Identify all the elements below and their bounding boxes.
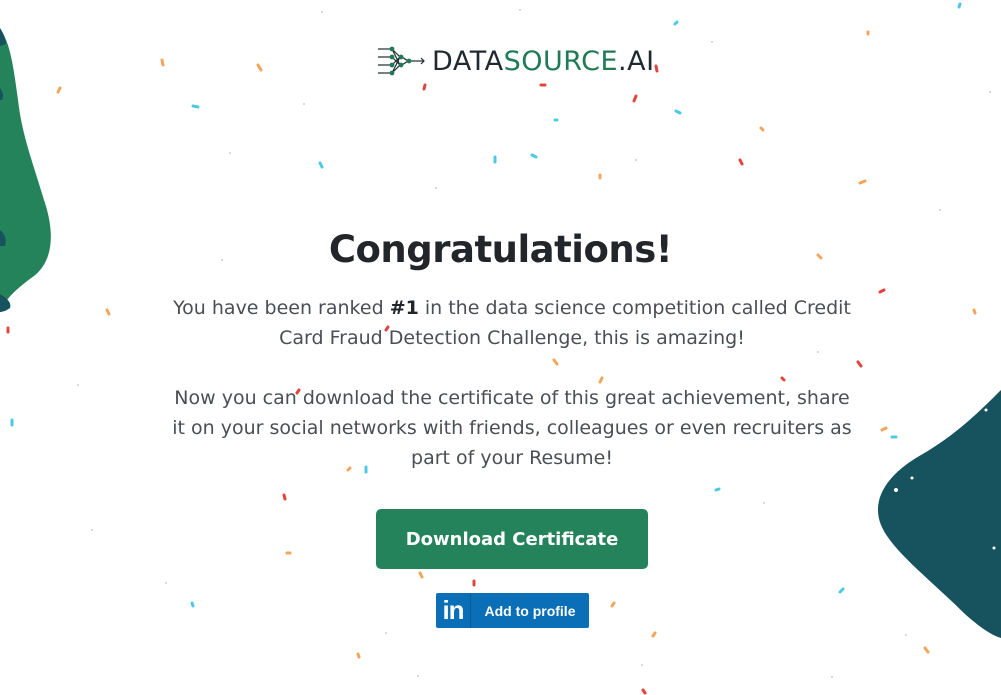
rank-value: #1 — [389, 297, 419, 319]
neural-network-icon — [378, 46, 425, 76]
logo-word-source: SOURCE — [503, 46, 619, 77]
download-certificate-button[interactable]: Download Certificate — [376, 509, 648, 569]
ranking-message-prefix: You have been ranked — [173, 297, 390, 319]
certificate-page: DATASOURCE.AI Congratulations! You have … — [0, 0, 1001, 695]
linkedin-add-to-profile-button[interactable]: in Add to profile — [436, 593, 589, 628]
logo-wordmark: DATASOURCE.AI — [432, 44, 655, 80]
logo-word-data: DATA — [432, 46, 504, 77]
left-green-blob — [0, 28, 51, 312]
logo-word-ai: .AI — [618, 46, 655, 77]
right-teal-blob — [877, 390, 1001, 638]
ranking-message: You have been ranked #1 in the data scie… — [170, 293, 854, 353]
linkedin-button-label: Add to profile — [484, 602, 576, 619]
linkedin-icon: in — [436, 593, 471, 628]
linkedin-logo-text: in — [442, 595, 464, 625]
page-title: Congratulations! — [328, 228, 673, 271]
datasource-logo[interactable]: DATASOURCE.AI — [376, 44, 655, 80]
certificate-message: Now you can download the certificate of … — [172, 387, 852, 469]
